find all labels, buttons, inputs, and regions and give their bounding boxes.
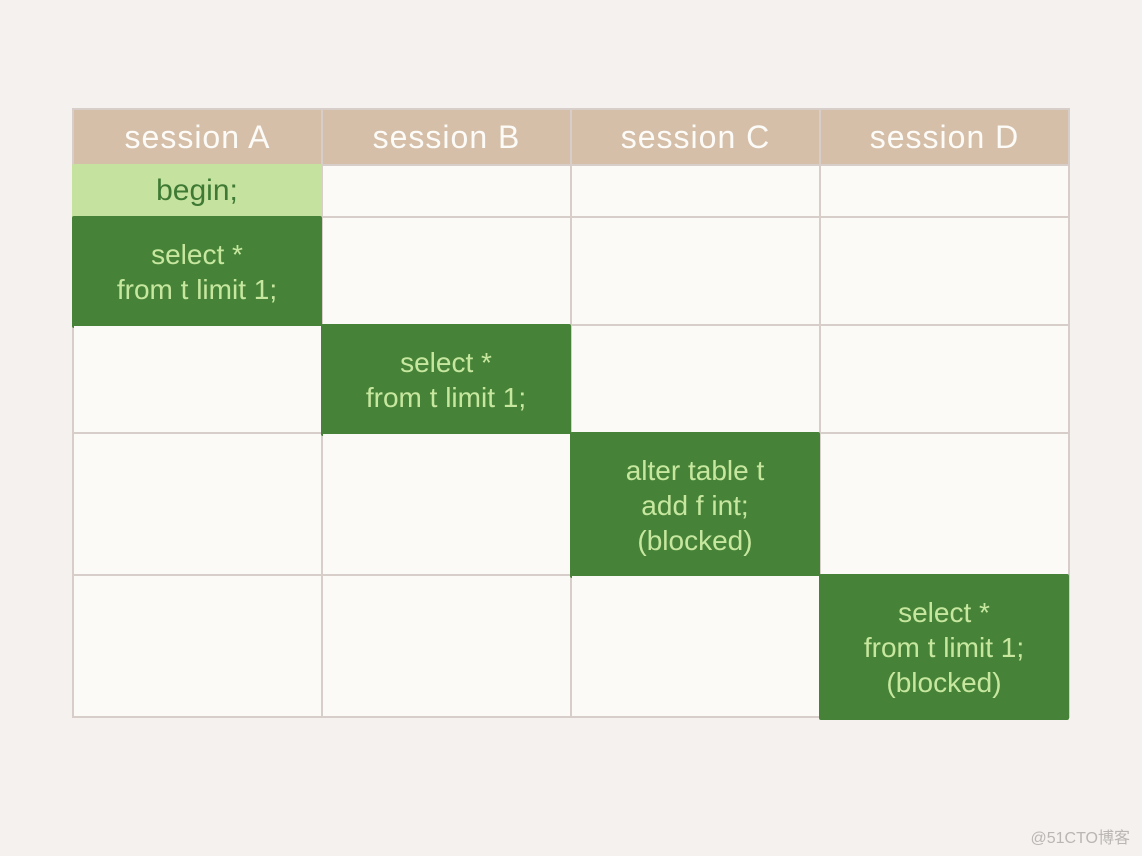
cell	[73, 325, 322, 433]
cell	[571, 575, 820, 717]
cell: select * from t limit 1; (blocked)	[820, 575, 1069, 717]
stmt-session-d-select: select * from t limit 1; (blocked)	[819, 574, 1069, 720]
cell	[820, 433, 1069, 575]
step-row: alter table t add f int; (blocked)	[73, 433, 1069, 575]
cell: begin;	[73, 165, 322, 217]
header-session-d: session D	[820, 109, 1069, 165]
cell: select * from t limit 1;	[322, 325, 571, 433]
cell	[322, 433, 571, 575]
cell	[571, 217, 820, 325]
stmt-session-c-alter: alter table t add f int; (blocked)	[570, 432, 820, 578]
cell	[322, 575, 571, 717]
stmt-session-a-select: select * from t limit 1;	[72, 216, 322, 328]
cell	[571, 325, 820, 433]
cell	[571, 165, 820, 217]
cell	[820, 217, 1069, 325]
cell: alter table t add f int; (blocked)	[571, 433, 820, 575]
cell: select * from t limit 1;	[73, 217, 322, 325]
header-row: session A session B session C session D	[73, 109, 1069, 165]
stmt-begin: begin;	[72, 164, 322, 218]
header-session-a: session A	[73, 109, 322, 165]
step-row: begin;	[73, 165, 1069, 217]
cell	[820, 165, 1069, 217]
header-session-b: session B	[322, 109, 571, 165]
cell	[73, 433, 322, 575]
watermark: @51CTO博客	[1030, 824, 1130, 848]
step-row: select * from t limit 1;	[73, 217, 1069, 325]
cell	[322, 165, 571, 217]
step-row: select * from t limit 1; (blocked)	[73, 575, 1069, 717]
cell	[820, 325, 1069, 433]
cell	[322, 217, 571, 325]
step-row: select * from t limit 1;	[73, 325, 1069, 433]
session-table: session A session B session C session D …	[72, 108, 1070, 718]
stmt-session-b-select: select * from t limit 1;	[321, 324, 571, 436]
cell	[73, 575, 322, 717]
header-session-c: session C	[571, 109, 820, 165]
lock-sequence-diagram: session A session B session C session D …	[72, 108, 1070, 718]
